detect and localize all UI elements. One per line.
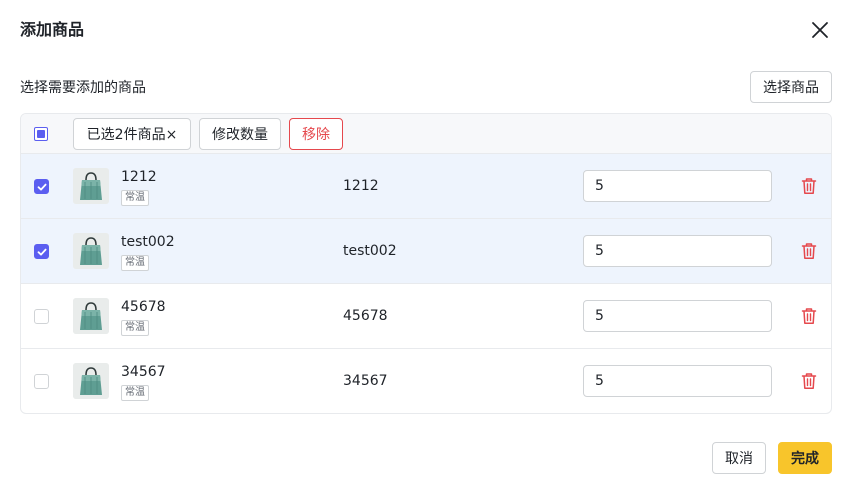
row-checkbox[interactable] [34, 309, 49, 324]
row-checkbox[interactable] [34, 244, 49, 259]
add-product-dialog: 添加商品 选择需要添加的商品 选择商品 已选2件商品× 修改数量 移除 1212… [0, 0, 852, 489]
dialog-subtitle: 选择需要添加的商品 [20, 80, 146, 96]
trash-icon[interactable] [801, 307, 817, 325]
table-row: 34567 常温 34567 [21, 349, 831, 413]
quantity-input[interactable] [583, 170, 772, 202]
quantity-input[interactable] [583, 235, 772, 267]
product-name: 34567 [121, 364, 166, 380]
storage-tag: 常温 [121, 385, 149, 401]
trash-icon[interactable] [801, 177, 817, 195]
storage-tag: 常温 [121, 190, 149, 206]
trash-icon[interactable] [801, 372, 817, 390]
product-name: 45678 [121, 299, 166, 315]
product-thumbnail [73, 233, 109, 269]
product-thumbnail [73, 298, 109, 334]
product-thumbnail [73, 363, 109, 399]
select-all-checkbox[interactable] [34, 127, 48, 141]
quantity-input[interactable] [583, 300, 772, 332]
product-code: 45678 [343, 308, 388, 324]
cancel-button[interactable]: 取消 [712, 442, 766, 474]
trash-icon[interactable] [801, 242, 817, 260]
product-table: 已选2件商品× 修改数量 移除 1212 常温 1212 5 test002 常… [20, 113, 832, 414]
product-name: 1212 [121, 169, 157, 185]
product-code: 1212 [343, 178, 379, 194]
remove-button[interactable]: 移除 [289, 118, 343, 150]
product-name: test002 [121, 234, 175, 250]
product-code: test002 [343, 243, 397, 259]
table-row: 45678 常温 45678 [21, 284, 831, 349]
select-products-button[interactable]: 选择商品 [750, 71, 832, 103]
row-checkbox[interactable] [34, 374, 49, 389]
dialog-title: 添加商品 [20, 20, 85, 39]
product-code: 34567 [343, 373, 388, 389]
row-checkbox[interactable] [34, 179, 49, 194]
selected-count-button[interactable]: 已选2件商品× [73, 118, 191, 150]
storage-tag: 常温 [121, 255, 149, 271]
close-icon[interactable] [808, 18, 832, 42]
table-row: 1212 常温 1212 [21, 154, 831, 219]
storage-tag: 常温 [121, 320, 149, 336]
checkmark-icon [37, 248, 47, 256]
product-thumbnail [73, 168, 109, 204]
done-button[interactable]: 完成 [778, 442, 832, 474]
table-header: 已选2件商品× 修改数量 移除 [21, 114, 831, 154]
table-row: test002 常温 test002 [21, 219, 831, 284]
modify-quantity-button[interactable]: 修改数量 [199, 118, 281, 150]
quantity-input[interactable] [583, 365, 772, 397]
checkmark-icon [37, 183, 47, 191]
